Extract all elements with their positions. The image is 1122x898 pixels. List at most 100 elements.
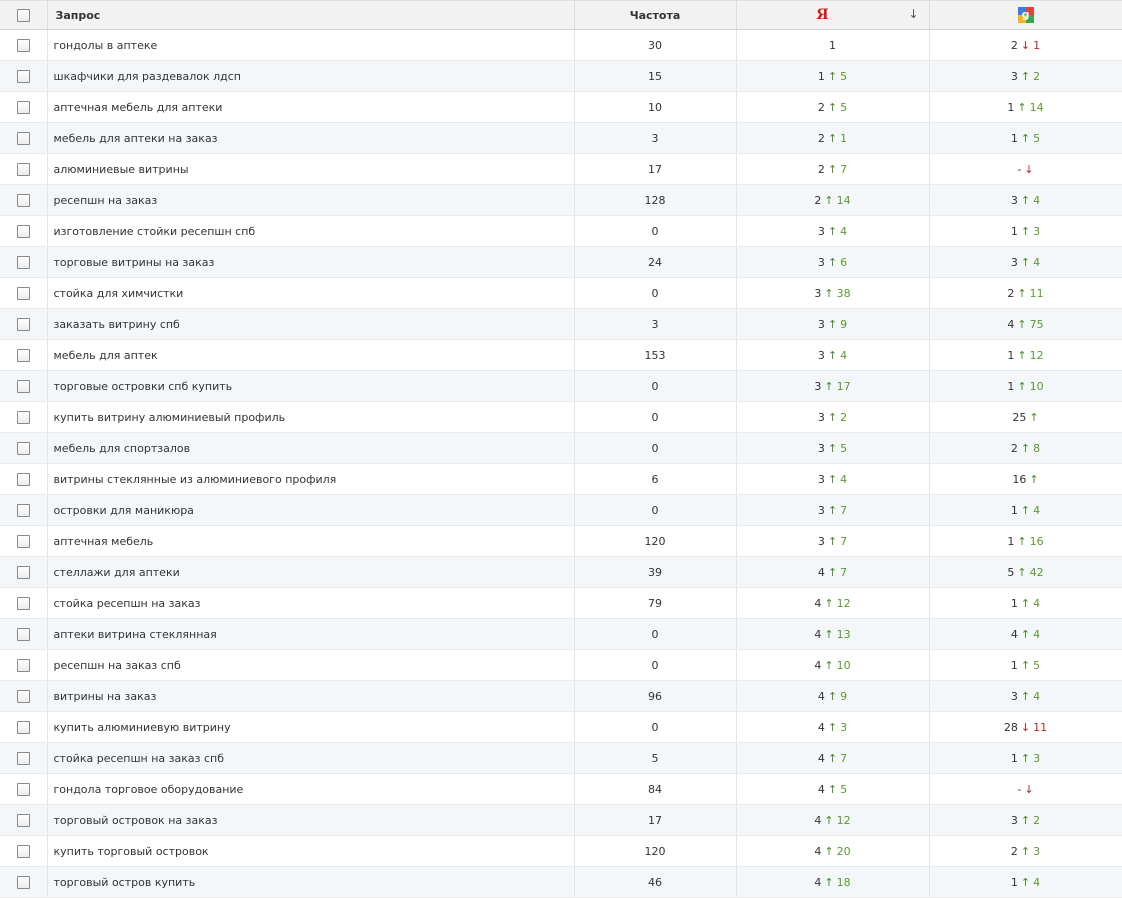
- row-select-cell: [0, 308, 48, 340]
- yandex-position: 4: [814, 658, 822, 672]
- row-checkbox[interactable]: [16, 751, 30, 765]
- row-checkbox[interactable]: [16, 782, 30, 796]
- row-checkbox[interactable]: [16, 131, 30, 145]
- row-select-cell: [0, 680, 48, 712]
- row-checkbox[interactable]: [16, 348, 30, 362]
- yandex-position-cell: 3 ↑ 5: [736, 432, 930, 464]
- arrow-up-icon: ↑: [1020, 813, 1031, 827]
- google-position-change: 4: [1033, 596, 1041, 610]
- row-checkbox[interactable]: [16, 100, 30, 114]
- header-yandex[interactable]: Я ↓: [736, 0, 930, 30]
- row-checkbox[interactable]: [16, 162, 30, 176]
- row-select-cell: [0, 153, 48, 185]
- header-query[interactable]: Запрос: [47, 0, 575, 30]
- arrow-up-icon: ↑: [827, 348, 838, 362]
- yandex-position-change: 17: [836, 379, 851, 393]
- row-checkbox[interactable]: [16, 286, 30, 300]
- yandex-position-cell: 3 ↑ 7: [736, 525, 930, 557]
- row-checkbox[interactable]: [16, 813, 30, 827]
- select-all-checkbox[interactable]: [16, 8, 30, 22]
- yandex-position-cell: 4 ↑ 3: [736, 711, 930, 743]
- arrow-up-icon: ↑: [1020, 441, 1031, 455]
- row-checkbox[interactable]: [16, 720, 30, 734]
- table-row: ресепшн на заказ 128 2 ↑ 14 3 ↑ 4: [0, 184, 1122, 216]
- yandex-position: 3: [817, 472, 825, 486]
- yandex-position-cell: 3 ↑ 7: [736, 494, 930, 526]
- query-text: купить витрину алюминиевый профиль: [47, 401, 575, 433]
- yandex-position: 1: [817, 69, 825, 83]
- row-checkbox[interactable]: [16, 255, 30, 269]
- yandex-position: 1: [829, 38, 836, 52]
- arrow-up-icon: ↑: [1020, 503, 1031, 517]
- row-checkbox[interactable]: [16, 410, 30, 424]
- row-checkbox[interactable]: [16, 658, 30, 672]
- row-checkbox[interactable]: [16, 596, 30, 610]
- frequency-value: 17: [574, 153, 737, 185]
- arrow-up-icon: ↑: [1020, 689, 1031, 703]
- row-checkbox[interactable]: [16, 472, 30, 486]
- row-select-cell: [0, 463, 48, 495]
- google-position: 1: [1010, 131, 1018, 145]
- header-frequency[interactable]: Частота: [574, 0, 737, 30]
- arrow-up-icon: ↑: [1020, 658, 1031, 672]
- frequency-value: 96: [574, 680, 737, 712]
- row-checkbox[interactable]: [16, 875, 30, 889]
- row-checkbox[interactable]: [16, 534, 30, 548]
- arrow-down-icon: ↓: [1020, 38, 1031, 52]
- row-checkbox[interactable]: [16, 441, 30, 455]
- row-checkbox[interactable]: [16, 689, 30, 703]
- google-position-change: 4: [1033, 689, 1041, 703]
- row-checkbox[interactable]: [16, 317, 30, 331]
- frequency-value: 79: [574, 587, 737, 619]
- table-row: заказать витрину спб 3 3 ↑ 9 4 ↑ 75: [0, 308, 1122, 340]
- yandex-logo-icon: Я: [816, 7, 829, 23]
- yandex-position-change: 13: [836, 627, 851, 641]
- google-position: 1: [1010, 503, 1018, 517]
- google-position: 3: [1010, 193, 1018, 207]
- arrow-up-icon: ↑: [827, 689, 838, 703]
- google-position-change: 14: [1029, 100, 1044, 114]
- row-checkbox[interactable]: [16, 38, 30, 52]
- arrow-up-icon: ↑: [824, 658, 834, 672]
- query-text: торговый остров купить: [47, 866, 575, 898]
- google-position-cell: 1 ↑ 3: [929, 742, 1122, 774]
- arrow-up-icon: ↑: [827, 565, 838, 579]
- google-position-change: 3: [1033, 751, 1041, 765]
- header-google[interactable]: g: [929, 0, 1122, 30]
- google-position: 1: [1007, 348, 1015, 362]
- row-checkbox[interactable]: [16, 224, 30, 238]
- google-position: 1: [1010, 875, 1018, 889]
- table-row: торговые островки спб купить 0 3 ↑ 17 1 ↑ 10: [0, 370, 1122, 402]
- yandex-position-change: 9: [840, 317, 848, 331]
- row-checkbox[interactable]: [16, 69, 30, 83]
- yandex-position: 4: [817, 565, 825, 579]
- google-position-cell: 2 ↑ 8: [929, 432, 1122, 464]
- row-checkbox[interactable]: [16, 565, 30, 579]
- google-position-change: 4: [1033, 875, 1041, 889]
- row-checkbox[interactable]: [16, 379, 30, 393]
- query-text: купить алюминиевую витрину: [47, 711, 575, 743]
- row-select-cell: [0, 246, 48, 278]
- row-select-cell: [0, 556, 48, 588]
- yandex-position-change: 12: [836, 813, 851, 827]
- query-text: аптечная мебель: [47, 525, 575, 557]
- row-checkbox[interactable]: [16, 844, 30, 858]
- google-position: 4: [1010, 627, 1018, 641]
- arrow-up-icon: ↑: [1020, 844, 1031, 858]
- arrow-up-icon: ↑: [1017, 286, 1027, 300]
- frequency-value: 10: [574, 91, 737, 123]
- row-checkbox[interactable]: [16, 627, 30, 641]
- row-select-cell: [0, 587, 48, 619]
- yandex-position-change: 12: [836, 596, 851, 610]
- arrow-up-icon: ↑: [824, 627, 834, 641]
- row-checkbox[interactable]: [16, 193, 30, 207]
- sort-desc-icon[interactable]: ↓: [908, 7, 918, 21]
- arrow-up-icon: ↑: [827, 751, 838, 765]
- row-checkbox[interactable]: [16, 503, 30, 517]
- yandex-position-change: 20: [836, 844, 851, 858]
- yandex-position: 3: [817, 255, 825, 269]
- table-row: островки для маникюра 0 3 ↑ 7 1 ↑ 4: [0, 494, 1122, 526]
- frequency-value: 24: [574, 246, 737, 278]
- arrow-up-icon: ↑: [1020, 69, 1031, 83]
- arrow-up-icon: ↑: [827, 472, 838, 486]
